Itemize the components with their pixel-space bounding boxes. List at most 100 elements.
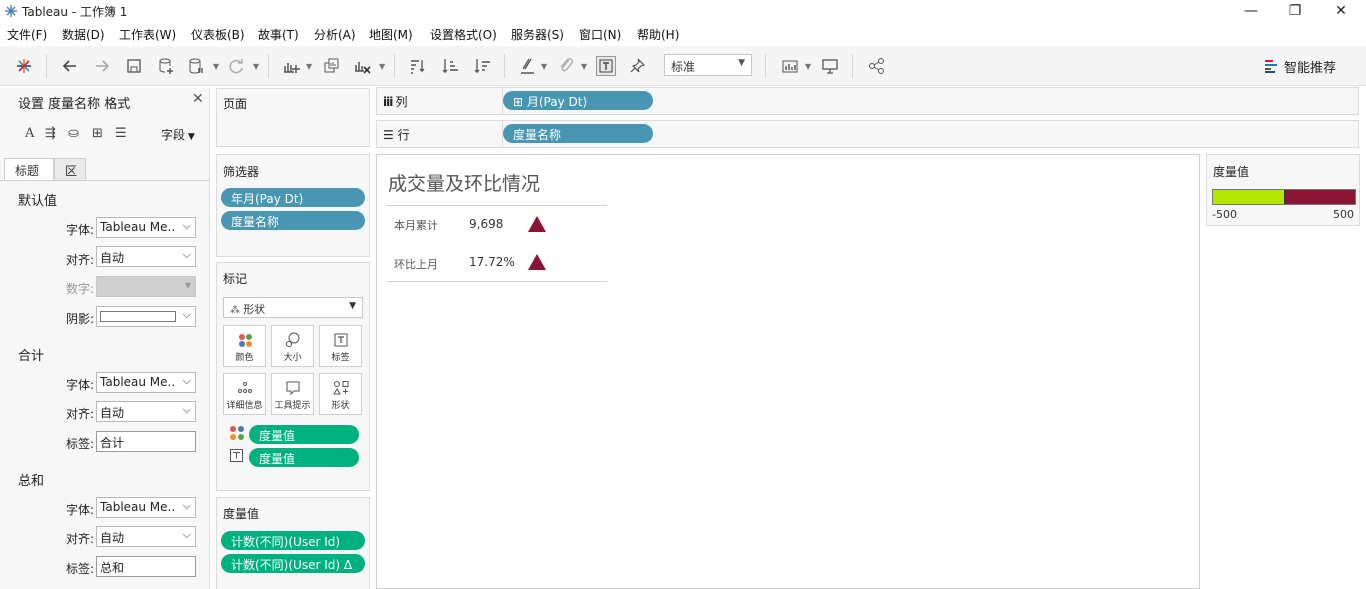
grand-totals-label-input[interactable]: 总和 [96,556,196,577]
forward-icon[interactable] [92,56,112,76]
alignment-select[interactable]: 自动 ⌵ [96,401,196,422]
totals-label-input[interactable]: 合计 [96,431,196,452]
color-icon [230,426,244,440]
alignment-format-icon[interactable]: ⇶ [45,126,56,141]
menu-worksheet[interactable]: 工作表(W) [119,26,176,43]
row-value[interactable]: 9,698 [469,217,503,231]
highlight-icon[interactable] [518,56,538,76]
chevron-down-icon: ▼ [738,58,745,68]
menu-analysis[interactable]: 分析(A) [314,26,356,43]
font-label: 字体: [66,223,95,237]
clear-sheet-icon[interactable] [352,56,372,76]
rows-icon: ☰ [383,128,398,142]
chevron-down-icon[interactable]: ▼ [581,62,587,71]
filter-pill[interactable]: 度量名称 [221,211,365,230]
menu-format[interactable]: 设置格式(O) [430,26,497,43]
label-button[interactable]: 标签 [319,325,362,367]
measure-pill[interactable]: 计数(不同)(User Id) [221,531,365,550]
menu-help[interactable]: 帮助(H) [637,26,679,43]
rows-pill[interactable]: 度量名称 [503,124,653,143]
smart-recommend-button[interactable]: 智能推荐 [1262,56,1352,76]
chevron-down-icon[interactable]: ▼ [379,62,385,71]
fit-dropdown[interactable]: 标准 ▼ [664,54,752,76]
tab-area[interactable]: 区 [54,158,86,180]
color-button[interactable]: 颜色 [223,325,266,367]
chevron-down-icon: ▼ [349,301,356,311]
chevron-down-icon[interactable]: ▼ [213,62,219,71]
label-icon [334,333,347,347]
presentation-icon[interactable] [820,56,840,76]
measure-pill[interactable]: 计数(不同)(User Id) Δ [221,554,365,573]
marks-pill-color[interactable]: 度量值 [249,425,359,444]
lines-format-icon[interactable]: ☰ [115,126,127,141]
menu-data[interactable]: 数据(D) [62,26,105,43]
menu-file[interactable]: 文件(F) [7,26,47,43]
new-datasource-icon[interactable] [156,56,176,76]
pause-updates-icon[interactable] [186,56,206,76]
chevron-down-icon[interactable]: ▼ [253,62,259,71]
sort-ascending-icon[interactable] [440,56,460,76]
rows-label: 行 [397,128,410,142]
menu-story[interactable]: 故事(T) [258,26,299,43]
share-icon[interactable] [867,56,887,76]
field-dropdown[interactable]: 字段 ▼ [161,126,195,143]
chevron-down-icon[interactable]: ▼ [541,62,547,71]
menu-map[interactable]: 地图(M) [369,26,413,43]
close-icon[interactable]: ✕ [192,91,204,107]
duplicate-sheet-icon[interactable] [322,56,342,76]
font-select[interactable]: Tableau Me.. ⌵ [96,372,196,393]
tableau-logo-icon[interactable] [14,56,34,76]
pages-card[interactable]: 页面 [216,88,370,147]
rows-shelf[interactable]: ☰ 行 度量名称 [376,120,1359,148]
minimize-button[interactable]: — [1241,2,1261,20]
show-labels-icon[interactable] [596,56,616,76]
show-cards-icon[interactable] [780,56,800,76]
up-triangle-icon[interactable] [528,254,546,270]
alignment-select[interactable]: 自动 ⌵ [96,246,196,267]
restore-button[interactable]: ❐ [1285,2,1305,20]
fix-axes-icon[interactable] [627,56,647,76]
font-select[interactable]: Tableau Me.. ⌵ [96,497,196,518]
shading-format-icon[interactable]: ⛀ [68,126,79,141]
marks-card: 标记 ⁂ 形状 ▼ 颜色 大小 标签 详细信息 工具提示 形状 度量值 度量值 [216,262,370,491]
row-value[interactable]: 17.72% [469,255,515,269]
alignment-select-value: 自动 [100,406,125,420]
view-canvas[interactable]: 成交量及环比情况 本月累计 9,698 环比上月 17.72% [376,154,1200,589]
shading-select[interactable]: ⌵ [96,306,196,327]
menu-dashboard[interactable]: 仪表板(B) [191,26,245,43]
marks-pill-label[interactable]: 度量值 [249,448,359,467]
up-triangle-icon[interactable] [528,216,546,232]
viz-title[interactable]: 成交量及环比情况 [388,169,540,196]
menu-window[interactable]: 窗口(N) [579,26,621,43]
new-worksheet-icon[interactable] [281,56,301,76]
filters-card[interactable]: 筛选器 年月(Pay Dt) 度量名称 [216,154,370,257]
label-label: 标签 [331,353,350,363]
chevron-down-icon[interactable]: ▼ [805,62,811,71]
swap-rows-columns-icon[interactable] [407,56,427,76]
tab-header[interactable]: 标题 [4,158,54,180]
menu-server[interactable]: 服务器(S) [511,26,564,43]
alignment-select[interactable]: 自动 ⌵ [96,526,196,547]
shape-button[interactable]: 形状 [319,373,362,415]
font-format-icon[interactable]: A [25,126,34,141]
font-select[interactable]: Tableau Me.. ⌵ [96,217,196,238]
detail-button[interactable]: 详细信息 [223,373,266,415]
filter-pill[interactable]: 年月(Pay Dt) [221,188,365,207]
size-button[interactable]: 大小 [271,325,314,367]
refresh-icon[interactable] [226,56,246,76]
row-header[interactable]: 本月累计 [394,217,438,233]
group-icon[interactable] [556,56,576,76]
mark-type-dropdown[interactable]: ⁂ 形状 ▼ [223,297,363,318]
save-icon[interactable] [124,56,144,76]
row-header[interactable]: 环比上月 [394,256,438,272]
columns-shelf[interactable]: iii 列 ⊞ 月(Pay Dt) [376,87,1359,115]
chevron-down-icon[interactable]: ▼ [306,62,312,71]
close-button[interactable]: ✕ [1331,2,1351,20]
label-label: 标签: [66,562,95,576]
color-legend[interactable]: 度量值 -500 500 [1206,154,1360,226]
borders-format-icon[interactable]: ⊞ [92,126,103,141]
columns-pill[interactable]: ⊞ 月(Pay Dt) [503,91,653,110]
back-icon[interactable] [60,56,80,76]
sort-descending-icon[interactable] [472,56,492,76]
tooltip-button[interactable]: 工具提示 [271,373,314,415]
